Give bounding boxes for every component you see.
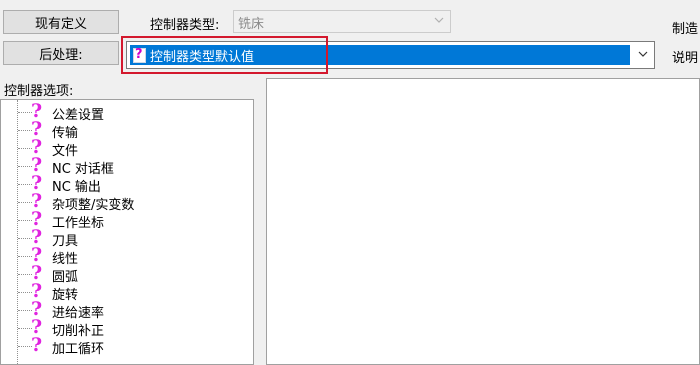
question-mark-icon: ?	[31, 334, 43, 356]
controller-options-tree[interactable]: ? 公差设置 ? 传输 ? 文件 ? NC 对话框 ? NC 输出 ? 杂项整/…	[0, 99, 254, 365]
controller-options-label: 控制器选项:	[4, 84, 74, 99]
existing-definition-button[interactable]: 现有定义	[3, 10, 119, 34]
splitter[interactable]	[258, 78, 262, 365]
tree-item-canned-cycles[interactable]: ? 加工循环	[1, 334, 251, 357]
controller-type-label: 控制器类型:	[150, 18, 220, 33]
controller-type-value: 铣床	[238, 17, 265, 32]
highlight-frame	[121, 36, 328, 74]
chevron-down-icon[interactable]	[638, 49, 648, 59]
post-processing-button[interactable]: 后处理:	[3, 41, 119, 65]
manufacture-label: 制造	[672, 22, 699, 37]
tree-item-label: 加工循环	[52, 342, 105, 357]
option-details-panel	[266, 78, 700, 365]
controller-type-select: 铣床	[233, 10, 451, 33]
chevron-down-icon	[434, 17, 444, 23]
description-label: 说明	[672, 51, 699, 66]
